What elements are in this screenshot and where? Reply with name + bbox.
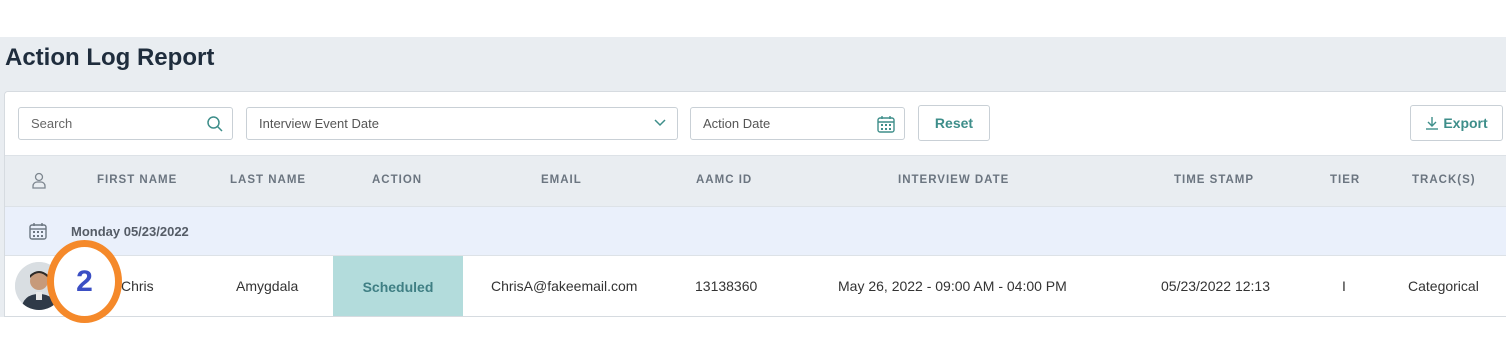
chevron-down-icon[interactable] bbox=[653, 116, 667, 130]
download-icon bbox=[1426, 117, 1439, 130]
header-action[interactable]: ACTION bbox=[372, 174, 422, 186]
header-tier[interactable]: TIER bbox=[1330, 174, 1360, 186]
calendar-icon bbox=[29, 223, 47, 240]
cell-tracks: Categorical bbox=[1408, 278, 1479, 294]
export-label: Export bbox=[1443, 115, 1488, 131]
date-group-row: Monday 05/23/2022 bbox=[5, 207, 1506, 256]
header-aamc-id[interactable]: AAMC ID bbox=[696, 174, 752, 186]
search-icon[interactable] bbox=[206, 115, 224, 133]
filter-toolbar: Interview Event Date Action Date Reset E… bbox=[5, 92, 1506, 156]
export-button[interactable]: Export bbox=[1410, 105, 1503, 141]
status-badge: Scheduled bbox=[333, 256, 463, 316]
cell-first-name: Chris bbox=[121, 278, 154, 294]
cell-tier: I bbox=[1342, 278, 1346, 294]
page-title: Action Log Report bbox=[5, 44, 215, 71]
table-header: FIRST NAME LAST NAME ACTION EMAIL AAMC I… bbox=[5, 156, 1506, 207]
header-first-name[interactable]: FIRST NAME bbox=[97, 174, 177, 186]
interview-event-date-placeholder: Interview Event Date bbox=[259, 116, 379, 131]
header-last-name[interactable]: LAST NAME bbox=[230, 174, 306, 186]
header-interview-date[interactable]: INTERVIEW DATE bbox=[898, 174, 1009, 186]
table-row[interactable]: Chris Amygdala Scheduled ChrisA@fakeemai… bbox=[5, 256, 1506, 316]
action-date-field[interactable]: Action Date bbox=[690, 107, 905, 140]
header-email[interactable]: EMAIL bbox=[541, 174, 582, 186]
calendar-icon[interactable] bbox=[876, 114, 896, 134]
cell-time-stamp: 05/23/2022 12:13 bbox=[1161, 278, 1270, 294]
user-icon bbox=[32, 172, 46, 189]
action-date-placeholder: Action Date bbox=[703, 116, 771, 131]
header-time-stamp[interactable]: TIME STAMP bbox=[1174, 174, 1254, 186]
header-tracks[interactable]: TRACK(S) bbox=[1412, 174, 1476, 186]
interview-event-date-select[interactable]: Interview Event Date bbox=[246, 107, 678, 140]
report-panel: Interview Event Date Action Date Reset E… bbox=[4, 91, 1506, 317]
reset-button[interactable]: Reset bbox=[918, 105, 990, 141]
cell-interview-date: May 26, 2022 - 09:00 AM - 04:00 PM bbox=[838, 278, 1067, 294]
search-input[interactable] bbox=[31, 116, 201, 131]
cell-aamc-id: 13138360 bbox=[695, 278, 758, 294]
step-number-annotation: 2 bbox=[47, 240, 122, 323]
cell-email[interactable]: ChrisA@fakeemail.com bbox=[491, 278, 637, 294]
cell-last-name: Amygdala bbox=[236, 278, 299, 294]
group-date-label: Monday 05/23/2022 bbox=[71, 224, 189, 239]
search-field[interactable] bbox=[18, 107, 233, 140]
